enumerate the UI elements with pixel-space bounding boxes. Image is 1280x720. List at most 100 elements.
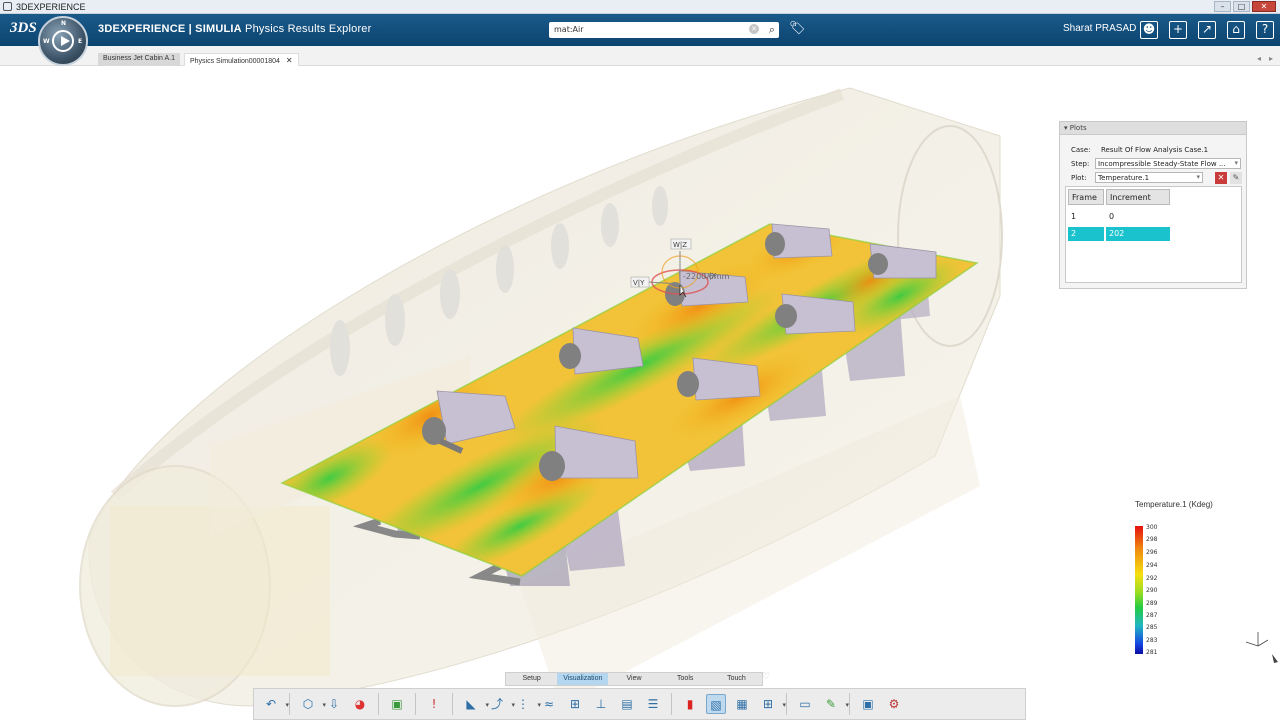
document-tab-bar: Business Jet Cabin A.1 Physics Simulatio… [0,46,1280,66]
step-dropdown[interactable]: Incompressible Steady-State Flow ... [1095,158,1241,169]
plots-panel-header[interactable]: ▾ Plots [1060,122,1246,135]
minimize-icon[interactable]: – [1214,1,1231,12]
image-export-icon[interactable]: ▣ [858,694,878,714]
tab-prev-icon[interactable]: ◂ [1257,54,1261,63]
corner-axis-icon [1245,632,1278,663]
table-row-frame-selected[interactable]: 2 [1068,227,1104,241]
legend-tick: 300 [1146,524,1158,531]
table-row-frame[interactable]: 1 [1068,210,1104,224]
home-icon[interactable]: ⌂ [1227,21,1245,39]
table-row-increment[interactable]: 0 [1106,210,1170,224]
ds-logo-icon[interactable]: 3DS [10,20,37,37]
legend-color-bar [1135,526,1143,654]
tab-view[interactable]: View [608,673,659,685]
close-window-icon[interactable]: ✕ [1252,1,1276,12]
table-row-increment-selected[interactable]: 202 [1106,227,1170,241]
edit-plot-icon[interactable]: ✎ [1230,172,1242,184]
legend-icon[interactable]: ▮ [680,694,700,714]
tab-touch[interactable]: Touch [711,673,762,685]
user-avatar-icon[interactable]: ☻ [1140,21,1158,39]
col-header-increment[interactable]: Increment [1106,189,1170,205]
compass-north-icon: N [61,20,67,27]
plots-title: Plots [1069,124,1087,132]
legend-tick: 287 [1146,612,1158,619]
legend-title: Temperature.1 (Kdeg) [1135,500,1213,509]
separator [849,693,850,715]
compass-play-icon[interactable] [52,30,74,52]
alert-icon[interactable]: ! [424,694,444,714]
tab-tools[interactable]: Tools [660,673,711,685]
legend-tick: 289 [1146,600,1158,607]
color-plot-icon[interactable]: ◕ [350,694,370,714]
top-bar: 3DS 3DEXPERIENCE | SIMULIA Physics Resul… [0,14,1280,46]
add-icon[interactable]: + [1169,21,1187,39]
triad-value: -2200.6mm [683,272,730,281]
maximize-icon[interactable]: □ [1233,1,1250,12]
legend-tick: 298 [1146,536,1158,543]
cube-view-icon[interactable]: ⬡ [298,694,326,715]
share-icon[interactable]: ↗ [1198,21,1216,39]
contour-icon[interactable]: ▧ [706,694,726,714]
plots-panel: ▾ Plots Case: Result Of Flow Analysis Ca… [1059,121,1247,289]
separator [289,693,290,715]
mesh-icon[interactable]: ▦ [732,694,752,714]
compass-east-icon: E [78,38,83,45]
search-input[interactable]: mat:Air [554,25,584,34]
tab-visualization[interactable]: Visualization [557,673,609,685]
legend-tick: 294 [1146,562,1158,569]
streamline-icon[interactable]: ≈ [539,694,559,714]
report-icon[interactable]: ▭ [795,694,815,714]
display-icon[interactable]: ▤ [617,694,637,714]
collapse-action-bar-icon[interactable]: ♡ [762,672,770,682]
tab-business-jet-cabin[interactable]: Business Jet Cabin A.1 [98,53,180,66]
tab-next-icon[interactable]: ▸ [1269,54,1273,63]
frame-table: Frame Increment 1 0 2 202 [1065,186,1242,283]
separator [786,693,787,715]
probe-icon[interactable]: ⋮ [513,694,541,715]
plot-options-icon[interactable]: ✕ [1215,172,1227,184]
tab-setup[interactable]: Setup [506,673,557,685]
axis-icon[interactable]: ⊥ [591,694,611,714]
help-icon[interactable]: ? [1256,21,1274,39]
settings-icon[interactable]: ⚙ [884,694,904,714]
action-bar: ↶ ⬡ ⇩ ◕ ▣ ! ◣ ⤴ ⋮ ≈ ⊞ ⊥ ▤ ☰ ▮ ▧ ▦ ⊞ ▭ ✎ … [253,688,1026,720]
tab-physics-simulation[interactable]: Physics Simulation00001804 ✕ [184,53,299,66]
capture-icon[interactable]: ▣ [387,694,407,714]
user-name[interactable]: Sharat PRASAD [1063,23,1136,34]
compass-widget[interactable]: N W E [38,16,88,66]
plot-label: Plot: [1071,174,1087,182]
case-value: Result Of Flow Analysis Case.1 [1101,146,1209,154]
tab-label: Physics Simulation00001804 [190,58,280,65]
undo-icon[interactable]: ↶ [261,694,289,715]
temperature-legend: Temperature.1 (Kdeg) 300 298 296 294 292… [1130,500,1230,660]
step-label: Step: [1071,160,1090,168]
section-plane-icon[interactable]: ◣ [461,694,489,715]
window-controls: – □ ✕ [1214,1,1276,12]
legend-tick: 283 [1146,637,1158,644]
search-field[interactable]: mat:Air ✕ ⌕ [549,22,779,38]
triad-v-label: V|Y [633,279,645,287]
search-icon[interactable]: ⌕ [769,23,775,37]
multi-view-icon[interactable]: ⊞ [758,694,786,715]
compass-west-icon: W [43,38,50,45]
separator [415,693,416,715]
window-title: 3DEXPERIENCE [16,2,86,12]
col-header-frame[interactable]: Frame [1068,189,1104,205]
separator [671,693,672,715]
color-map-icon[interactable]: ✎ [821,694,849,715]
clear-search-icon[interactable]: ✕ [749,24,759,34]
xy-plot-icon[interactable]: ⤴ [487,694,515,715]
separator [378,693,379,715]
tag-icon[interactable]: 🏷 [789,21,806,36]
app-icon [3,2,12,11]
plot-dropdown[interactable]: Temperature.1 [1095,172,1203,183]
layers-icon[interactable]: ☰ [643,694,663,714]
case-label: Case: [1071,146,1091,154]
legend-tick: 281 [1146,649,1158,656]
legend-tick: 290 [1146,587,1158,594]
legend-tick: 296 [1146,549,1158,556]
grid-icon[interactable]: ⊞ [565,694,585,714]
legend-tick: 285 [1146,624,1158,631]
close-tab-icon[interactable]: ✕ [286,56,293,65]
import-icon[interactable]: ⇩ [324,694,344,714]
